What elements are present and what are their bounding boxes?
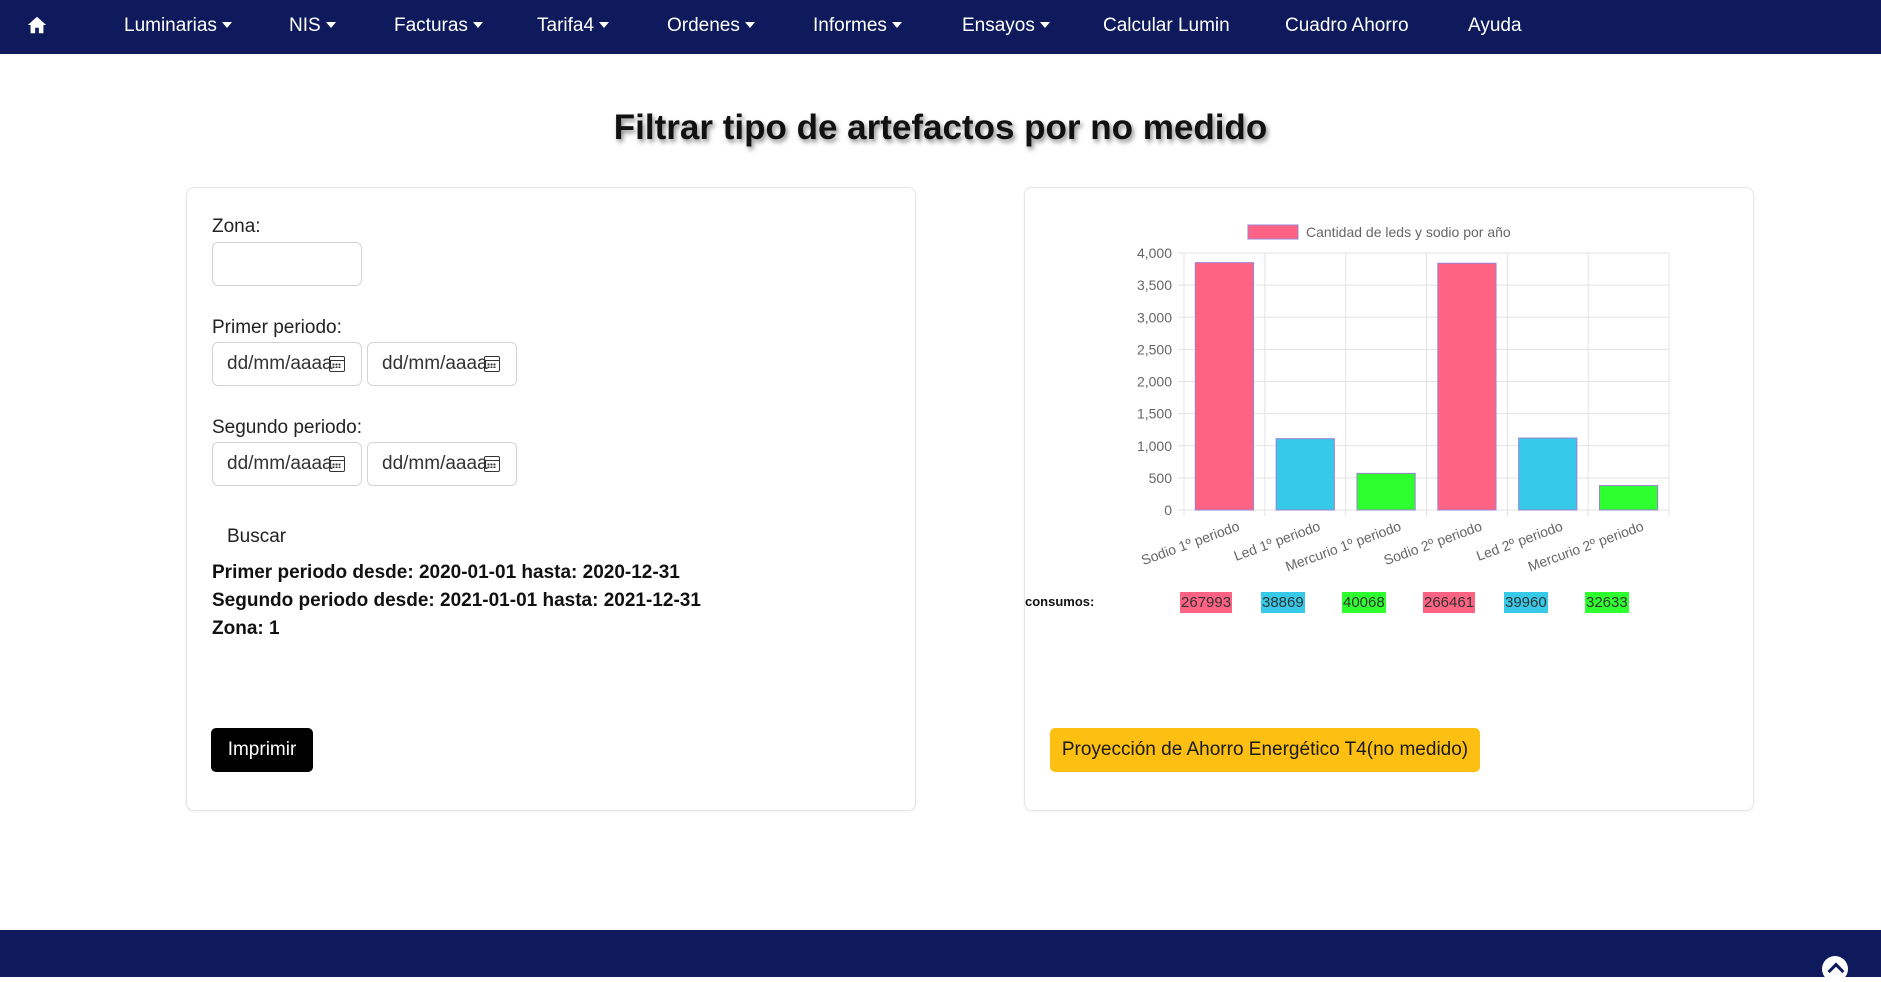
caret-down-icon: [744, 22, 755, 28]
date-placeholder: dd/mm/aaaa: [227, 353, 333, 374]
footer: [0, 930, 1881, 977]
x-tick-label: Sodio 1º periodo: [1139, 518, 1242, 568]
nav-cuadro-ahorro[interactable]: Cuadro Ahorro: [1285, 0, 1409, 54]
nav-nis-label: NIS: [289, 15, 321, 36]
nav-tarifa4-label: Tarifa4: [537, 15, 595, 36]
zona-input[interactable]: [212, 242, 362, 286]
segundo-periodo-desde-input[interactable]: dd/mm/aaaa: [212, 442, 362, 486]
nav-tarifa4[interactable]: Tarifa4: [537, 0, 610, 54]
buscar-button[interactable]: Buscar: [227, 526, 286, 548]
nav-luminarias-label: Luminarias: [124, 15, 217, 36]
consumo-value: 40068: [1342, 592, 1386, 613]
legend-label: Cantidad de leds y sodio por año: [1306, 224, 1511, 240]
bar: [1598, 485, 1659, 511]
calendar-icon[interactable]: [484, 356, 500, 372]
calendar-icon[interactable]: [329, 456, 345, 472]
nav-nis[interactable]: NIS: [289, 0, 336, 54]
bar: [1275, 438, 1335, 511]
caret-down-icon: [325, 22, 336, 28]
y-tick-label: 500: [1149, 470, 1173, 486]
legend-swatch: [1247, 224, 1299, 240]
consumos-label: consumos:: [1025, 594, 1095, 609]
y-tick-label: 1,500: [1137, 406, 1172, 422]
consumo-value: 267993: [1180, 592, 1233, 613]
consumo-value: 32633: [1585, 592, 1629, 613]
imprimir-button[interactable]: Imprimir: [211, 728, 313, 772]
primer-periodo-info: Primer periodo desde: 2020-01-01 hasta: …: [212, 562, 680, 583]
y-tick-label: 4,000: [1137, 245, 1172, 261]
y-tick-label: 3,500: [1137, 277, 1172, 293]
nav-ayuda[interactable]: Ayuda: [1468, 0, 1522, 54]
primer-periodo-desde-input[interactable]: dd/mm/aaaa: [212, 342, 362, 386]
calendar-icon[interactable]: [329, 356, 345, 372]
nav-informes-label: Informes: [813, 15, 887, 36]
y-tick-label: 3,000: [1137, 309, 1172, 325]
bar: [1356, 472, 1416, 511]
date-placeholder: dd/mm/aaaa: [382, 453, 488, 474]
consumo-value: 38869: [1261, 592, 1305, 613]
segundo-periodo-label: Segundo periodo:: [212, 417, 363, 438]
nav-ensayos-label: Ensayos: [962, 15, 1035, 36]
bar: [1437, 262, 1497, 511]
caret-down-icon: [1039, 22, 1050, 28]
y-tick-label: 0: [1164, 502, 1172, 518]
nav-luminarias[interactable]: Luminarias: [124, 0, 232, 54]
caret-down-icon: [599, 22, 610, 28]
bar: [1518, 437, 1578, 511]
caret-down-icon: [891, 22, 902, 28]
nav-ordenes-label: Ordenes: [667, 15, 740, 36]
proyeccion-ahorro-button[interactable]: Proyección de Ahorro Energético T4(no me…: [1050, 728, 1480, 772]
consumo-value: 39960: [1504, 592, 1548, 613]
consumo-value: 266461: [1423, 592, 1476, 613]
nav-facturas-label: Facturas: [394, 15, 468, 36]
caret-down-icon: [472, 22, 483, 28]
y-tick-label: 1,000: [1137, 438, 1172, 454]
nav-informes[interactable]: Informes: [813, 0, 902, 54]
nav-ordenes[interactable]: Ordenes: [667, 0, 755, 54]
nav-calcular-lumin[interactable]: Calcular Lumin: [1103, 0, 1230, 54]
caret-down-icon: [221, 22, 232, 28]
page-title: Filtrar tipo de artefactos por no medido: [613, 108, 1268, 147]
date-placeholder: dd/mm/aaaa: [382, 353, 488, 374]
nav-facturas[interactable]: Facturas: [394, 0, 483, 54]
segundo-periodo-hasta-input[interactable]: dd/mm/aaaa: [367, 442, 517, 486]
scroll-up-icon[interactable]: [1822, 956, 1848, 982]
primer-periodo-label: Primer periodo:: [212, 317, 342, 338]
y-tick-label: 2,000: [1137, 374, 1172, 390]
date-placeholder: dd/mm/aaaa: [227, 453, 333, 474]
y-tick-label: 2,500: [1137, 341, 1172, 357]
zona-label: Zona:: [212, 216, 261, 237]
home-icon[interactable]: [26, 14, 48, 36]
top-navbar: Luminarias NIS Facturas Tarifa4 Ordenes …: [0, 0, 1881, 54]
segundo-periodo-info: Segundo periodo desde: 2021-01-01 hasta:…: [212, 590, 701, 611]
bar-chart: 0 500 1,000 1,500 2,000 2,500 3,000 3,500 4,000 S…: [1137, 224, 1670, 574]
primer-periodo-hasta-input[interactable]: dd/mm/aaaa: [367, 342, 517, 386]
calendar-icon[interactable]: [484, 456, 500, 472]
bar: [1194, 262, 1255, 511]
nav-ensayos[interactable]: Ensayos: [962, 0, 1050, 54]
zona-info: Zona: 1: [212, 618, 280, 639]
